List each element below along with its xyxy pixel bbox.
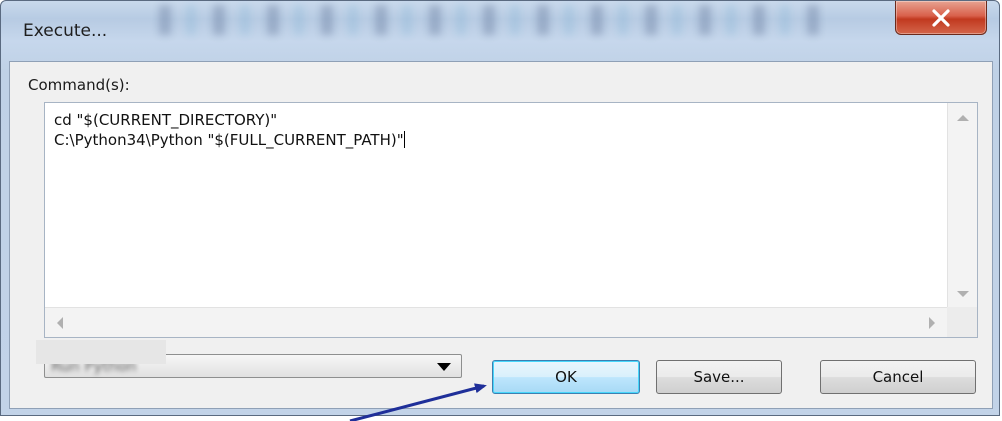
command-line-2: C:\Python34\Python "$(FULL_CURRENT_PATH)…	[54, 131, 404, 149]
command-text[interactable]: cd "$(CURRENT_DIRECTORY)" C:\Python34\Py…	[54, 110, 405, 150]
title-bar[interactable]: Execute...	[1, 1, 999, 61]
title-bar-background	[141, 5, 831, 35]
scroll-down-arrow-icon[interactable]	[957, 291, 969, 297]
command-line-1: cd "$(CURRENT_DIRECTORY)"	[54, 111, 278, 129]
text-caret	[403, 131, 405, 148]
horizontal-scrollbar[interactable]	[45, 307, 947, 337]
cancel-button[interactable]: Cancel	[820, 360, 976, 394]
command-name-combo-area: Run Python	[36, 340, 464, 380]
ok-button[interactable]: OK	[492, 360, 640, 394]
scroll-left-arrow-icon[interactable]	[57, 317, 63, 329]
window-title: Execute...	[23, 21, 108, 41]
vertical-scrollbar[interactable]	[947, 103, 977, 309]
command-editor[interactable]: cd "$(CURRENT_DIRECTORY)" C:\Python34\Py…	[44, 102, 978, 338]
chevron-down-icon[interactable]	[437, 363, 451, 371]
close-button[interactable]	[895, 1, 987, 35]
command-label: Command(s):	[28, 76, 130, 94]
scroll-corner	[947, 307, 977, 337]
save-button[interactable]: Save...	[656, 360, 782, 394]
scroll-right-arrow-icon[interactable]	[929, 317, 935, 329]
redaction-block	[36, 340, 166, 364]
close-x-icon	[932, 8, 950, 27]
scroll-up-arrow-icon[interactable]	[957, 115, 969, 121]
